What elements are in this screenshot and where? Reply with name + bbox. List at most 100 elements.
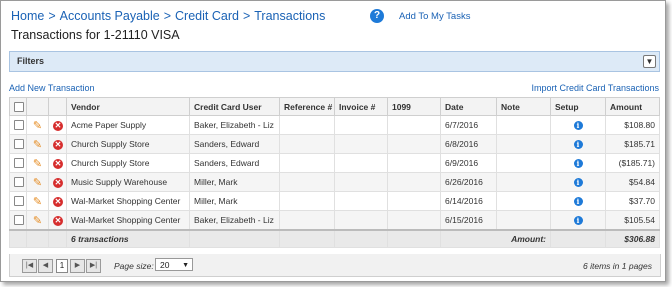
delete-icon[interactable]: ✕	[53, 120, 63, 131]
column-header-invoice[interactable]: Invoice #	[334, 97, 388, 116]
column-header-credit-card-user[interactable]: Credit Card User	[189, 97, 280, 116]
column-header-note[interactable]: Note	[496, 97, 551, 116]
user-cell: Baker, Elizabeth - Liz	[189, 115, 280, 135]
user-cell: Miller, Mark	[189, 191, 280, 211]
info-icon[interactable]: i	[573, 121, 583, 130]
import-credit-card-transactions-link[interactable]: Import Credit Card Transactions	[531, 83, 659, 93]
current-page-number[interactable]: 1	[56, 259, 68, 273]
invoice-cell	[334, 153, 388, 173]
column-header-1099[interactable]: 1099	[387, 97, 441, 116]
pencil-icon[interactable]: ✎	[33, 139, 42, 151]
info-icon[interactable]: i	[573, 159, 583, 168]
page-size-value: 20	[160, 260, 170, 270]
pencil-icon[interactable]: ✎	[33, 158, 42, 170]
table-row: ✎ ✕ Music Supply Warehouse Miller, Mark …	[9, 172, 660, 192]
vendor-cell: Music Supply Warehouse	[66, 172, 190, 192]
amount-cell: $37.70	[605, 191, 660, 211]
row-checkbox[interactable]	[14, 196, 24, 207]
reference-cell	[279, 172, 335, 192]
column-header-amount[interactable]: Amount	[605, 97, 660, 116]
date-cell: 6/9/2016	[440, 153, 497, 173]
pencil-icon[interactable]: ✎	[33, 177, 42, 189]
table-header-row: Vendor Credit Card User Reference # Invo…	[9, 97, 660, 116]
1099-cell	[387, 191, 441, 211]
note-cell	[496, 172, 551, 192]
row-checkbox[interactable]	[14, 120, 24, 131]
info-icon[interactable]: i	[573, 197, 583, 206]
vendor-cell: Church Supply Store	[66, 134, 190, 154]
invoice-cell	[334, 115, 388, 135]
pencil-icon[interactable]: ✎	[33, 196, 42, 208]
amount-total: $306.88	[605, 229, 660, 248]
info-icon[interactable]: i	[573, 178, 583, 187]
reference-cell	[279, 191, 335, 211]
filters-panel[interactable]: Filters ▼	[9, 51, 660, 72]
help-icon[interactable]: ?	[370, 9, 384, 23]
page-title: Transactions for 1-21110 VISA	[11, 28, 180, 42]
date-cell: 6/26/2016	[440, 172, 497, 192]
user-cell: Baker, Elizabeth - Liz	[189, 210, 280, 231]
amount-cell: $185.71	[605, 134, 660, 154]
table-footer-row: 6 transactions Amount: $306.88	[9, 229, 660, 248]
date-cell: 6/7/2016	[440, 115, 497, 135]
breadcrumb-transactions[interactable]: Transactions	[254, 9, 325, 23]
page-size-select[interactable]: 20 ▼	[155, 258, 193, 271]
edit-column-header	[26, 97, 49, 116]
row-checkbox[interactable]	[14, 177, 24, 188]
pencil-icon[interactable]: ✎	[33, 120, 42, 132]
column-header-setup[interactable]: Setup	[550, 97, 606, 116]
date-cell: 6/15/2016	[440, 210, 497, 231]
row-checkbox[interactable]	[14, 215, 24, 226]
select-all-checkbox[interactable]	[14, 101, 24, 112]
delete-icon[interactable]: ✕	[53, 215, 63, 226]
add-to-my-tasks-link[interactable]: Add To My Tasks	[399, 11, 470, 22]
breadcrumb-credit-card[interactable]: Credit Card	[175, 9, 239, 23]
row-checkbox[interactable]	[14, 139, 24, 150]
row-checkbox[interactable]	[14, 158, 24, 169]
select-all-header[interactable]	[9, 97, 27, 116]
reference-cell	[279, 210, 335, 231]
reference-cell	[279, 153, 335, 173]
transactions-table: Vendor Credit Card User Reference # Invo…	[9, 97, 660, 248]
delete-icon[interactable]: ✕	[53, 139, 63, 150]
note-cell	[496, 115, 551, 135]
vendor-cell: Church Supply Store	[66, 153, 190, 173]
add-new-transaction-link[interactable]: Add New Transaction	[9, 83, 95, 93]
last-page-icon[interactable]: ▶|	[86, 259, 101, 273]
breadcrumb-accounts-payable[interactable]: Accounts Payable	[60, 9, 160, 23]
info-icon[interactable]: i	[573, 216, 583, 225]
note-cell	[496, 210, 551, 231]
user-cell: Sanders, Edward	[189, 134, 280, 154]
pencil-icon[interactable]: ✎	[33, 215, 42, 227]
delete-icon[interactable]: ✕	[53, 177, 63, 188]
1099-cell	[387, 153, 441, 173]
breadcrumb: Home > Accounts Payable > Credit Card > Transa…	[11, 9, 326, 23]
delete-icon[interactable]: ✕	[53, 196, 63, 207]
column-header-vendor[interactable]: Vendor	[66, 97, 190, 116]
next-page-icon[interactable]: ▶	[70, 259, 85, 273]
transaction-count: 6 transactions	[66, 229, 190, 248]
page-size-label: Page size:	[114, 261, 154, 271]
invoice-cell	[334, 134, 388, 154]
date-cell: 6/14/2016	[440, 191, 497, 211]
table-row: ✎ ✕ Wal-Market Shopping Center Miller, M…	[9, 191, 660, 211]
first-page-icon[interactable]: |◀	[22, 259, 37, 273]
column-header-reference[interactable]: Reference #	[279, 97, 335, 116]
table-row: ✎ ✕ Acme Paper Supply Baker, Elizabeth -…	[9, 115, 660, 135]
delete-icon[interactable]: ✕	[53, 158, 63, 169]
pager: |◀ ◀ 1 ▶ ▶| Page size: 20 ▼ 6 items in 1…	[9, 254, 661, 277]
transactions-window: Home > Accounts Payable > Credit Card > Transa…	[0, 0, 666, 282]
note-cell	[496, 134, 551, 154]
pager-summary: 6 items in 1 pages	[583, 261, 652, 271]
info-icon[interactable]: i	[573, 140, 583, 149]
breadcrumb-home[interactable]: Home	[11, 9, 44, 23]
invoice-cell	[334, 210, 388, 231]
chevron-down-icon[interactable]: ▼	[643, 55, 656, 68]
vendor-cell: Wal-Market Shopping Center	[66, 210, 190, 231]
chevron-down-icon: ▼	[182, 262, 189, 269]
column-header-date[interactable]: Date	[440, 97, 497, 116]
table-row: ✎ ✕ Church Supply Store Sanders, Edward …	[9, 153, 660, 173]
vendor-cell: Wal-Market Shopping Center	[66, 191, 190, 211]
invoice-cell	[334, 172, 388, 192]
prev-page-icon[interactable]: ◀	[38, 259, 53, 273]
